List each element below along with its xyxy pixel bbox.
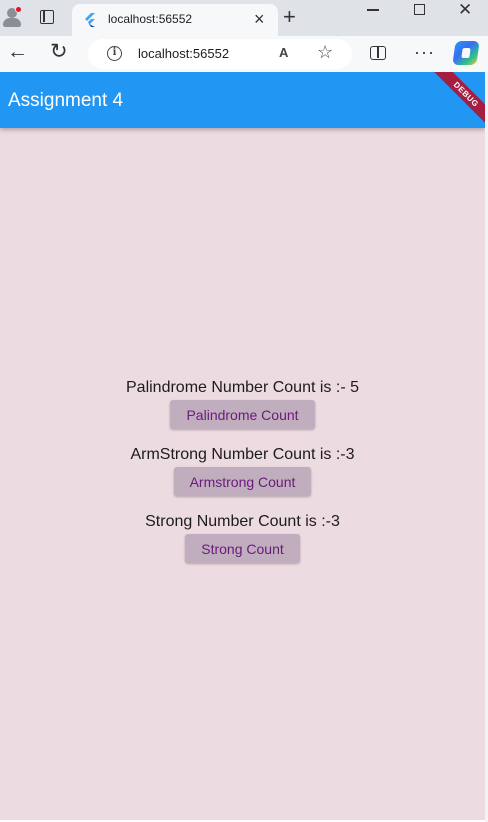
back-icon[interactable]: ← bbox=[7, 40, 28, 64]
reload-icon[interactable]: ↻ bbox=[50, 39, 68, 64]
armstrong-count-text: ArmStrong Number Count is :-3 bbox=[130, 446, 355, 463]
app-bar: Assignment 4 bbox=[0, 72, 485, 128]
copilot-icon[interactable] bbox=[452, 41, 480, 65]
tab-title: localhost:56552 bbox=[108, 12, 193, 26]
url-text[interactable]: localhost:56552 bbox=[138, 46, 229, 61]
page-title: Assignment 4 bbox=[8, 90, 124, 111]
app-viewport: Assignment 4 DEBUG Palindrome Number Cou… bbox=[0, 72, 485, 820]
counts-column: Palindrome Number Count is :- 5 Palindro… bbox=[0, 377, 485, 563]
info-icon[interactable]: i bbox=[107, 46, 122, 61]
read-aloud-icon[interactable]: A bbox=[279, 45, 288, 60]
browser-toolbar: ← ↻ i localhost:56552 A ☆ ··· bbox=[0, 36, 488, 72]
flutter-favicon bbox=[85, 13, 95, 27]
palindrome-count-button[interactable]: Palindrome Count bbox=[170, 400, 315, 429]
tab-actions-icon[interactable] bbox=[40, 10, 54, 24]
close-icon[interactable]: × bbox=[254, 9, 265, 30]
tab-strip: localhost:56552 × + ✕ bbox=[0, 0, 488, 36]
palindrome-count-text: Palindrome Number Count is :- 5 bbox=[126, 379, 359, 396]
armstrong-block: ArmStrong Number Count is :-3 Armstrong … bbox=[0, 444, 485, 496]
more-icon[interactable]: ··· bbox=[414, 42, 435, 63]
browser-tab[interactable]: localhost:56552 × bbox=[72, 4, 278, 36]
strong-block: Strong Number Count is :-3 Strong Count bbox=[0, 511, 485, 563]
minimize-icon[interactable] bbox=[367, 9, 379, 11]
palindrome-block: Palindrome Number Count is :- 5 Palindro… bbox=[0, 377, 485, 429]
split-screen-icon[interactable] bbox=[370, 46, 386, 60]
address-bar[interactable]: i localhost:56552 A ☆ bbox=[88, 39, 352, 69]
window-close-icon[interactable]: ✕ bbox=[458, 0, 472, 20]
new-tab-icon[interactable]: + bbox=[283, 4, 296, 30]
strong-count-text: Strong Number Count is :-3 bbox=[145, 513, 340, 530]
strong-count-button[interactable]: Strong Count bbox=[185, 534, 300, 563]
profile-icon[interactable] bbox=[2, 6, 22, 28]
favorite-star-icon[interactable]: ☆ bbox=[317, 42, 333, 63]
maximize-icon[interactable] bbox=[414, 4, 425, 15]
armstrong-count-button[interactable]: Armstrong Count bbox=[173, 467, 312, 496]
